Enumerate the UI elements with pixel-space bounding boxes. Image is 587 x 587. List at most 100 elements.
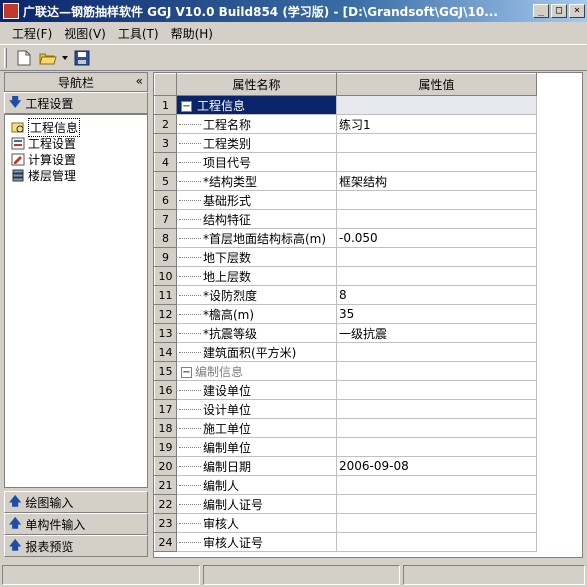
nav-section-report-preview[interactable]: 🡅 报表预览: [4, 535, 148, 557]
row-number[interactable]: 8: [154, 228, 177, 248]
nav-section-drawing-input[interactable]: 🡅 绘图输入: [4, 491, 148, 513]
row-number[interactable]: 20: [154, 456, 177, 476]
collapse-toggle-icon[interactable]: −: [181, 366, 192, 378]
property-name-cell[interactable]: 地上层数: [176, 266, 337, 286]
property-name-cell[interactable]: 项目代号: [176, 152, 337, 172]
minimize-button[interactable]: _: [533, 4, 549, 18]
property-name-cell[interactable]: *檐高(m): [176, 304, 337, 324]
property-name-cell[interactable]: 编制单位: [176, 437, 337, 457]
table-row[interactable]: 18 施工单位: [154, 418, 537, 438]
table-row[interactable]: 3 工程类别: [154, 133, 537, 153]
property-name-cell[interactable]: 建设单位: [176, 380, 337, 400]
property-name-cell[interactable]: 审核人: [176, 513, 337, 533]
tree-item-project-info[interactable]: 工程信息: [5, 117, 147, 137]
property-name-cell[interactable]: 编制人证号: [176, 494, 337, 514]
group-row[interactable]: 1− 工程信息: [154, 95, 537, 115]
property-name-cell[interactable]: 工程名称: [176, 114, 337, 134]
property-value-cell[interactable]: [336, 475, 537, 495]
row-number[interactable]: 1: [154, 95, 177, 115]
property-value-cell[interactable]: [336, 513, 537, 533]
property-value-cell[interactable]: 2006-09-08: [336, 456, 537, 476]
menu-help[interactable]: 帮助(H): [165, 25, 219, 42]
row-number[interactable]: 13: [154, 323, 177, 343]
property-value-cell[interactable]: [336, 437, 537, 457]
group-row[interactable]: 15− 编制信息: [154, 361, 537, 381]
property-name-cell[interactable]: *抗震等级: [176, 323, 337, 343]
open-folder-icon[interactable]: [37, 47, 59, 69]
collapse-icon[interactable]: «: [136, 74, 143, 88]
column-header-value[interactable]: 属性值: [336, 73, 537, 96]
property-name-cell[interactable]: 地下层数: [176, 247, 337, 267]
column-header-name[interactable]: 属性名称: [176, 73, 337, 96]
table-row[interactable]: 24 审核人证号: [154, 532, 537, 552]
property-name-cell[interactable]: *结构类型: [176, 171, 337, 191]
row-number[interactable]: 3: [154, 133, 177, 153]
property-value-cell[interactable]: [336, 380, 537, 400]
property-value-cell[interactable]: [336, 133, 537, 153]
row-number[interactable]: 14: [154, 342, 177, 362]
table-row[interactable]: 9 地下层数: [154, 247, 537, 267]
table-row[interactable]: 22 编制人证号: [154, 494, 537, 514]
menu-view[interactable]: 视图(V): [58, 25, 112, 42]
row-number[interactable]: 19: [154, 437, 177, 457]
row-number[interactable]: 15: [154, 361, 177, 381]
row-number[interactable]: 4: [154, 152, 177, 172]
property-value-cell[interactable]: -0.050: [336, 228, 537, 248]
row-number[interactable]: 9: [154, 247, 177, 267]
table-row[interactable]: 21 编制人: [154, 475, 537, 495]
property-value-cell[interactable]: [336, 152, 537, 172]
property-value-cell[interactable]: [336, 399, 537, 419]
save-icon[interactable]: [71, 47, 93, 69]
property-value-cell[interactable]: [336, 95, 537, 115]
property-value-cell[interactable]: 8: [336, 285, 537, 305]
table-row[interactable]: 17 设计单位: [154, 399, 537, 419]
table-row[interactable]: 7 结构特征: [154, 209, 537, 229]
row-number[interactable]: 16: [154, 380, 177, 400]
row-number[interactable]: 11: [154, 285, 177, 305]
row-number[interactable]: 6: [154, 190, 177, 210]
table-row[interactable]: 20 编制日期 2006-09-08: [154, 456, 537, 476]
property-value-cell[interactable]: [336, 342, 537, 362]
property-value-cell[interactable]: [336, 361, 537, 381]
maximize-button[interactable]: □: [551, 4, 567, 18]
row-number[interactable]: 24: [154, 532, 177, 552]
table-row[interactable]: 16 建设单位: [154, 380, 537, 400]
property-name-cell[interactable]: − 工程信息: [176, 95, 337, 115]
property-name-cell[interactable]: 结构特征: [176, 209, 337, 229]
property-name-cell[interactable]: *设防烈度: [176, 285, 337, 305]
property-name-cell[interactable]: 建筑面积(平方米): [176, 342, 337, 362]
row-number[interactable]: 23: [154, 513, 177, 533]
property-value-cell[interactable]: 35: [336, 304, 537, 324]
property-name-cell[interactable]: 设计单位: [176, 399, 337, 419]
nav-section-single-component-input[interactable]: 🡅 单构件输入: [4, 513, 148, 535]
property-name-cell[interactable]: − 编制信息: [176, 361, 337, 381]
row-number[interactable]: 22: [154, 494, 177, 514]
nav-section-project-settings[interactable]: 🡇 工程设置: [4, 92, 148, 114]
table-row[interactable]: 23 审核人: [154, 513, 537, 533]
table-row[interactable]: 12 *檐高(m) 35: [154, 304, 537, 324]
new-file-icon[interactable]: [13, 47, 35, 69]
property-value-cell[interactable]: [336, 418, 537, 438]
collapse-toggle-icon[interactable]: −: [181, 100, 192, 112]
property-value-cell[interactable]: [336, 190, 537, 210]
tree-item-project-settings[interactable]: 工程设置: [5, 135, 147, 151]
property-name-cell[interactable]: 编制人: [176, 475, 337, 495]
menu-tools[interactable]: 工具(T): [112, 25, 165, 42]
row-number[interactable]: 7: [154, 209, 177, 229]
property-name-cell[interactable]: 基础形式: [176, 190, 337, 210]
toolbar-grip[interactable]: [4, 47, 7, 68]
property-name-cell[interactable]: *首层地面结构标高(m): [176, 228, 337, 248]
table-row[interactable]: 14 建筑面积(平方米): [154, 342, 537, 362]
row-number[interactable]: 18: [154, 418, 177, 438]
property-value-cell[interactable]: [336, 494, 537, 514]
property-name-cell[interactable]: 工程类别: [176, 133, 337, 153]
menu-project[interactable]: 工程(F): [6, 25, 58, 42]
chevron-down-icon[interactable]: [61, 47, 69, 69]
close-button[interactable]: ×: [569, 4, 585, 18]
property-name-cell[interactable]: 施工单位: [176, 418, 337, 438]
row-number[interactable]: 2: [154, 114, 177, 134]
table-row[interactable]: 6 基础形式: [154, 190, 537, 210]
table-row[interactable]: 10 地上层数: [154, 266, 537, 286]
property-value-cell[interactable]: 一级抗震: [336, 323, 537, 343]
property-name-cell[interactable]: 审核人证号: [176, 532, 337, 552]
